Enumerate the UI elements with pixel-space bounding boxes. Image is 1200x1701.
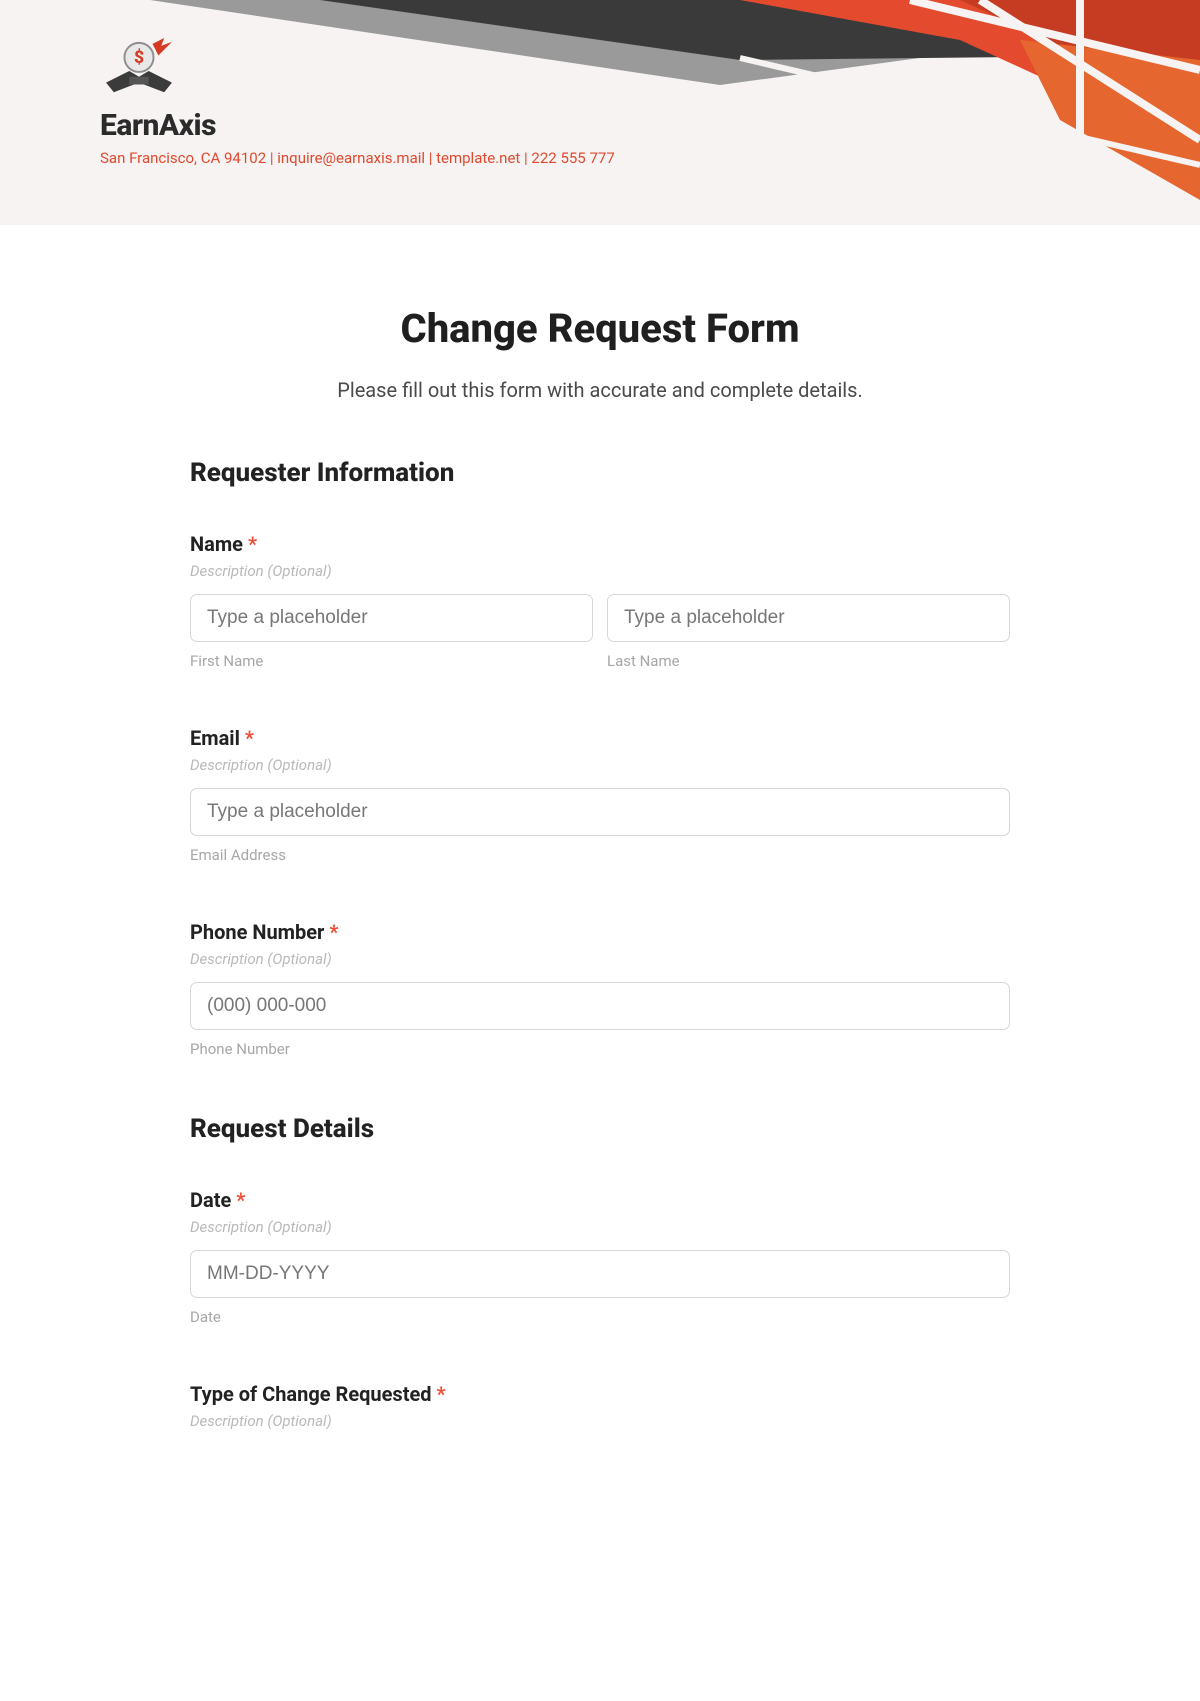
sublabel-email: Email Address	[190, 846, 1010, 864]
brand-name: EarnAxis	[100, 108, 615, 143]
form-title: Change Request Form	[190, 305, 1010, 352]
field-desc-phone: Description (Optional)	[190, 950, 1010, 968]
email-input[interactable]	[190, 788, 1010, 836]
field-desc-change-type: Description (Optional)	[190, 1412, 1010, 1430]
sublabel-first-name: First Name	[190, 652, 593, 670]
label-text: Email	[190, 726, 240, 750]
field-desc-email: Description (Optional)	[190, 756, 1010, 774]
required-star: *	[248, 532, 257, 556]
field-phone: Phone Number * Description (Optional) Ph…	[190, 920, 1010, 1058]
header-band: $ EarnAxis San Francisco, CA 94102 | inq…	[0, 0, 1200, 225]
required-star: *	[236, 1188, 245, 1212]
label-text: Phone Number	[190, 920, 324, 944]
sublabel-phone: Phone Number	[190, 1040, 1010, 1058]
label-text: Type of Change Requested	[190, 1382, 432, 1406]
required-star: *	[329, 920, 338, 944]
required-star: *	[437, 1382, 446, 1406]
field-date: Date * Description (Optional) Date	[190, 1188, 1010, 1326]
svg-text:$: $	[134, 47, 144, 68]
section-heading-requester: Requester Information	[190, 458, 1010, 488]
brand-tagline: San Francisco, CA 94102 | inquire@earnax…	[100, 149, 615, 167]
logo-block: $ EarnAxis San Francisco, CA 94102 | inq…	[100, 38, 615, 167]
field-email: Email * Description (Optional) Email Add…	[190, 726, 1010, 864]
field-desc-date: Description (Optional)	[190, 1218, 1010, 1236]
last-name-input[interactable]	[607, 594, 1010, 642]
sublabel-date: Date	[190, 1308, 1010, 1326]
field-label-phone: Phone Number *	[190, 920, 1010, 944]
date-input[interactable]	[190, 1250, 1010, 1298]
field-label-change-type: Type of Change Requested *	[190, 1382, 1010, 1406]
phone-input[interactable]	[190, 982, 1010, 1030]
handshake-logo-icon: $	[100, 38, 178, 100]
field-label-date: Date *	[190, 1188, 1010, 1212]
form-container: Change Request Form Please fill out this…	[190, 225, 1010, 1484]
label-text: Date	[190, 1188, 231, 1212]
field-change-type: Type of Change Requested * Description (…	[190, 1382, 1010, 1430]
sublabel-last-name: Last Name	[607, 652, 1010, 670]
field-label-email: Email *	[190, 726, 1010, 750]
section-heading-details: Request Details	[190, 1114, 1010, 1144]
field-label-name: Name *	[190, 532, 1010, 556]
form-subtitle: Please fill out this form with accurate …	[190, 378, 1010, 402]
label-text: Name	[190, 532, 243, 556]
first-name-input[interactable]	[190, 594, 593, 642]
field-name: Name * Description (Optional) First Name…	[190, 532, 1010, 670]
field-desc-name: Description (Optional)	[190, 562, 1010, 580]
required-star: *	[245, 726, 254, 750]
